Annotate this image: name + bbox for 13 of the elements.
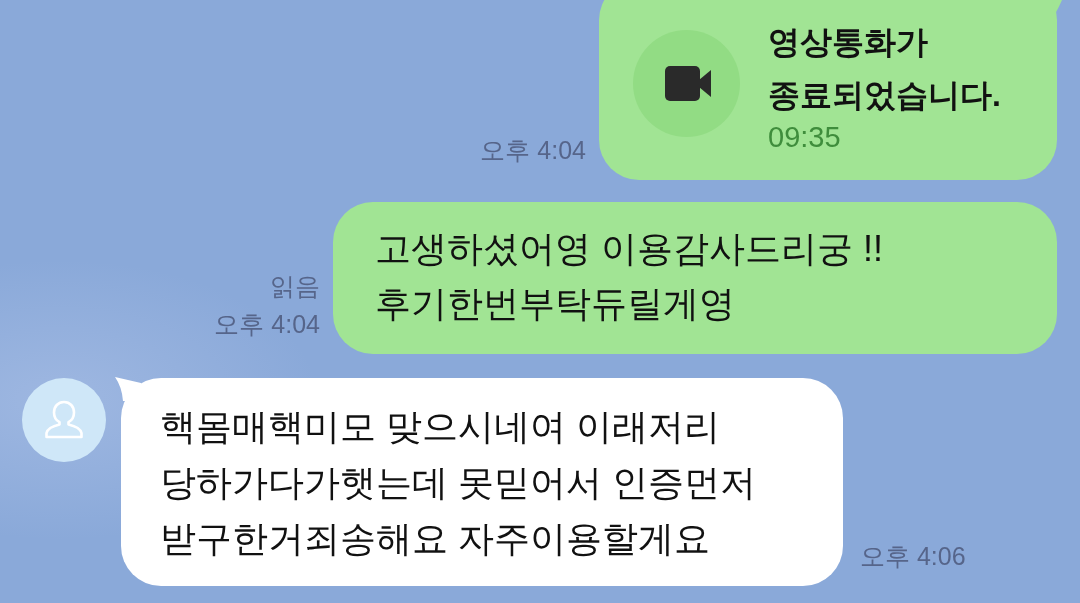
message-time: 오후 4:06 — [860, 541, 966, 571]
message-bubble[interactable]: 고생하셨어영 이용감사드리궁 !! 후기한번부탁듀릴게영 — [333, 202, 1057, 354]
message-time: 오후 4:04 — [480, 135, 586, 165]
message-time: 오후 4:04 — [214, 309, 320, 339]
message-text: 핵몸매핵미모 맞으시네여 이래저리 당하가다가햇는데 못믿어서 인증먼저 받구한거죄송해요 자주이용할게요 — [160, 405, 757, 561]
message-bubble[interactable]: 핵몸매핵미모 맞으시네여 이래저리 당하가다가햇는데 못믿어서 인증먼저 받구한거죄송해요 자주이용할게요 — [121, 378, 843, 586]
read-receipt: 읽음 — [270, 271, 320, 301]
call-status-text: 영상통화가 종료되었습니다. — [768, 23, 1001, 115]
avatar-icon[interactable] — [22, 378, 106, 462]
video-camera-icon — [633, 30, 740, 137]
message-text: 고생하셨어영 이용감사드리궁 !! 후기한번부탁듀릴게영 — [375, 227, 884, 326]
call-duration: 09:35 — [768, 122, 842, 152]
call-bubble[interactable]: 영상통화가 종료되었습니다. 09:35 — [599, 0, 1057, 180]
